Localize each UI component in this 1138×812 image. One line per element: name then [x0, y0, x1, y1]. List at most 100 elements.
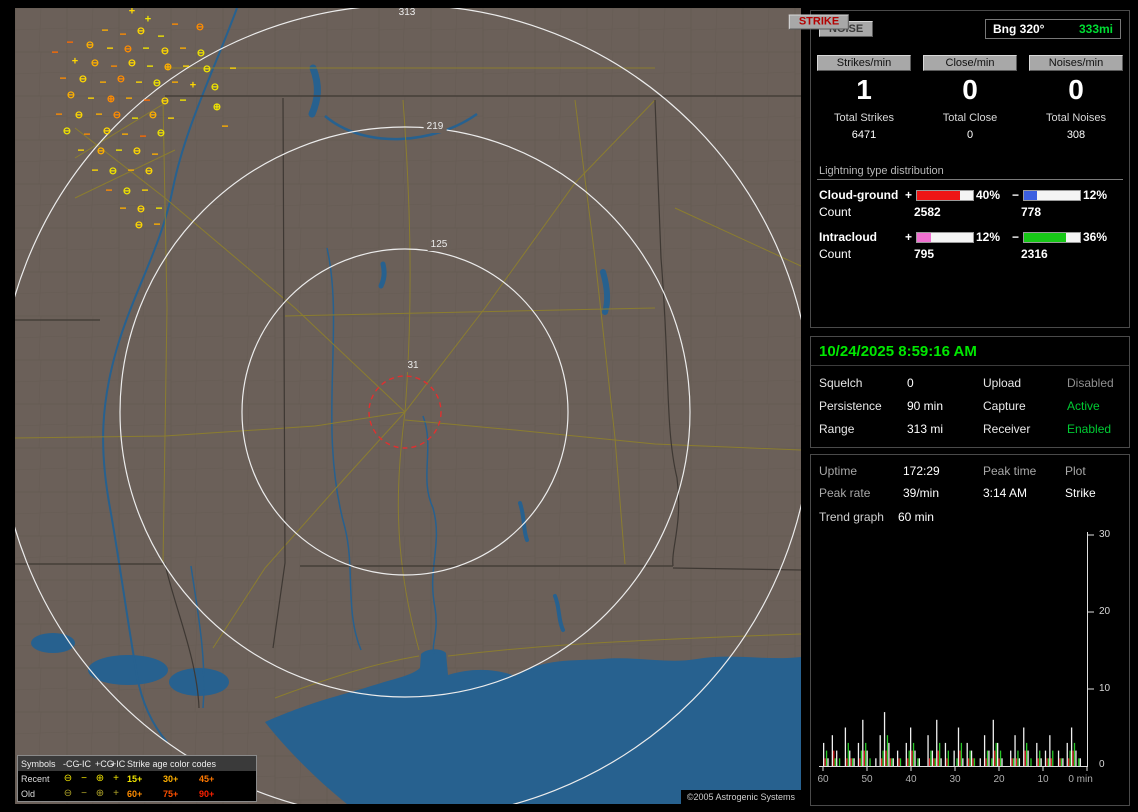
uptime-label: Uptime — [819, 464, 903, 478]
receiver-status: Enabled — [1067, 422, 1121, 436]
circle-plus-icon: ⊕ — [92, 788, 108, 799]
total-strikes-label: Total Strikes — [811, 112, 917, 124]
y-axis-tick: 0 — [1099, 759, 1105, 770]
strikes-layer: ++−−−⊖−−⊖−⊖−⊖−⊖+⊖−⊖−⊕−⊖−⊖−⊖−⊖−+⊖⊖−⊕−−⊖−−… — [15, 8, 801, 804]
legend-recent-label: Recent — [18, 774, 60, 784]
legend-symbols-label: Symbols — [18, 759, 60, 769]
strike-symbol: − — [125, 92, 132, 104]
intracloud-counts: Count 795 2316 — [811, 246, 1129, 270]
strike-symbol: − — [91, 164, 98, 176]
strike-symbol: − — [179, 42, 186, 54]
distribution-title: Lightning type distribution — [817, 165, 1123, 180]
ic-minus-percent: 36% — [1083, 230, 1117, 244]
peak-time-value: 3:14 AM — [983, 486, 1065, 500]
strike-symbol: ⊖ — [161, 47, 169, 57]
peak-time-label: Peak time — [983, 464, 1065, 478]
strike-symbol: ⊖ — [123, 187, 131, 197]
strike-symbol: ⊖ — [197, 49, 205, 59]
peak-rate-label: Peak rate — [819, 486, 903, 500]
strike-symbol: ⊖ — [137, 27, 145, 37]
peak-rate-value: 39/min — [903, 486, 983, 500]
strike-symbol: ⊖ — [149, 111, 157, 121]
x-axis-tick: 20 — [993, 774, 1004, 785]
range-ring-label: 313 — [396, 8, 419, 19]
x-axis-tick: 40 — [905, 774, 916, 785]
strike-symbol: − — [171, 18, 178, 30]
strike-symbol: − — [155, 202, 162, 214]
strike-symbol: − — [221, 120, 228, 132]
strike-symbol: ⊖ — [117, 75, 125, 85]
strike-symbol: ⊖ — [63, 127, 71, 137]
squelch-label: Squelch — [819, 376, 907, 390]
strike-symbol: − — [119, 28, 126, 40]
cg-plus-percent: 40% — [976, 188, 1010, 202]
strike-symbol: − — [105, 184, 112, 196]
bearing-display[interactable]: Bng 320° 333mi — [985, 19, 1121, 39]
map-display[interactable]: ++−−−⊖−−⊖−⊖−⊖−⊖+⊖−⊖−⊕−⊖−⊖−⊖−⊖−+⊖⊖−⊕−−⊖−−… — [15, 8, 801, 804]
strike-symbol: − — [121, 128, 128, 140]
strike-symbol: ⊖ — [75, 111, 83, 121]
y-axis-tick: 30 — [1099, 529, 1110, 540]
total-close-value: 0 — [917, 129, 1023, 141]
legend-age-30: 30+ — [160, 774, 196, 784]
range-label: Range — [819, 422, 907, 436]
strike-symbol: ⊖ — [153, 79, 161, 89]
minus-sign: − — [1010, 230, 1021, 244]
strike-symbol: + — [145, 15, 151, 26]
cg-plus-count: 2582 — [914, 205, 1021, 219]
intracloud-row: Intracloud + 12% − 36% — [811, 228, 1129, 246]
strike-symbol: ⊕ — [164, 63, 172, 73]
strike-symbol: − — [179, 94, 186, 106]
strike-symbol: − — [143, 94, 150, 106]
strike-symbol: − — [87, 92, 94, 104]
strike-symbol: ⊖ — [67, 91, 75, 101]
circle-plus-icon: ⊕ — [92, 773, 108, 784]
noises-per-min-value: 0 — [1023, 73, 1129, 107]
strike-symbol: − — [59, 72, 66, 84]
strike-symbol: − — [146, 60, 153, 72]
datetime-display: 10/24/2025 8:59:16 AM — [811, 337, 1129, 366]
strike-button[interactable]: STRIKE — [789, 14, 849, 29]
strike-symbol: ⊖ — [79, 75, 87, 85]
intracloud-label: Intracloud — [819, 230, 903, 244]
strike-symbol: ⊖ — [103, 127, 111, 137]
ic-minus-bar — [1023, 232, 1081, 243]
strike-symbol: ⊖ — [124, 45, 132, 55]
legend-age-75: 75+ — [160, 789, 196, 799]
cg-minus-percent: 12% — [1083, 188, 1117, 202]
strike-symbol: ⊖ — [91, 59, 99, 69]
strike-symbol: − — [83, 128, 90, 140]
circle-minus-icon: ⊖ — [60, 773, 76, 784]
strike-symbol: − — [115, 144, 122, 156]
bearing-value: 333mi — [1079, 22, 1113, 36]
close-per-min-button[interactable]: Close/min — [923, 55, 1017, 71]
strike-symbol: − — [51, 46, 58, 58]
ic-plus-bar — [916, 232, 974, 243]
strike-symbol: − — [127, 164, 134, 176]
strike-symbol: ⊖ — [145, 167, 153, 177]
strikes-per-min-button[interactable]: Strikes/min — [817, 55, 911, 71]
strike-symbol: ⊕ — [213, 103, 221, 113]
strike-symbol: − — [101, 24, 108, 36]
strike-symbol: ⊖ — [203, 65, 211, 75]
strike-symbol: + — [129, 8, 135, 18]
uptime-value: 172:29 — [903, 464, 983, 478]
map-legend: Symbols -CG -IC +CG +IC Strike age color… — [17, 755, 257, 802]
range-ring-label: 31 — [404, 360, 421, 372]
y-axis-tick: 10 — [1099, 683, 1110, 694]
strike-symbol: − — [55, 108, 62, 120]
strike-symbol: − — [182, 60, 189, 72]
bearing-label: Bng 320° — [993, 22, 1044, 36]
strike-symbol: − — [157, 30, 164, 42]
strike-symbol: − — [167, 112, 174, 124]
strike-symbol: ⊖ — [135, 221, 143, 231]
strike-symbol: ⊖ — [97, 147, 105, 157]
strike-symbol: − — [229, 62, 236, 74]
strike-symbol: − — [151, 148, 158, 160]
status-panel: 10/24/2025 8:59:16 AM Squelch 0 Upload D… — [810, 336, 1130, 448]
noises-per-min-button[interactable]: Noises/min — [1029, 55, 1123, 71]
strike-symbol: − — [110, 60, 117, 72]
x-axis-tick: 60 — [817, 774, 828, 785]
persistence-label: Persistence — [819, 399, 907, 413]
x-axis-tick: 0 min — [1068, 774, 1092, 785]
